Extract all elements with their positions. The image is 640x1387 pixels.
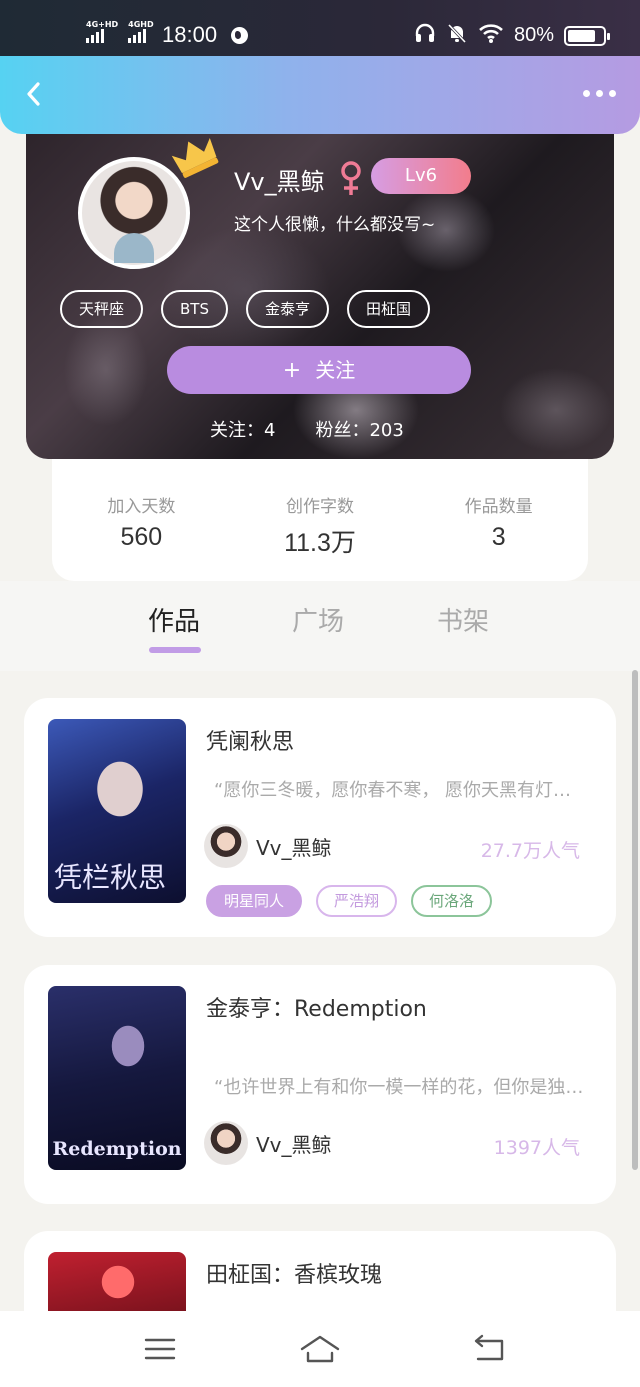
- cover-title: Redemption: [52, 1138, 182, 1160]
- signal-1: 4G+HD: [86, 20, 118, 43]
- battery-percent: 80%: [513, 24, 554, 46]
- followers-count[interactable]: 粉丝：203: [315, 416, 403, 442]
- work-quote: “也许世界上有和你一模一样的花，但你是独一无二的”: [214, 1077, 586, 1098]
- work-card[interactable]: 凭栏秋思 凭阑秋思 “愿你三冬暖，愿你春不寒， 愿你天黑有灯，下雨有伞” Vv_…: [24, 698, 616, 937]
- profile-bio: 这个人很懒，什么都没写~: [234, 215, 436, 235]
- stat-works-count: 作品数量 3: [424, 492, 574, 581]
- work-cover[interactable]: Redemption: [48, 986, 186, 1170]
- work-popularity: 27.7万人气: [480, 840, 580, 862]
- wifi-icon: [478, 22, 504, 49]
- stats-card: 加入天数 560 创作字数 11.3万 作品数量 3: [52, 440, 588, 581]
- battery-icon: [564, 25, 610, 46]
- work-tag[interactable]: 明星同人: [206, 885, 303, 917]
- system-navigation-bar: [0, 1311, 640, 1387]
- level-badge: Lv6: [371, 158, 471, 194]
- work-popularity: 1397人气: [493, 1137, 580, 1159]
- signal-1-label: 4G+HD: [86, 20, 119, 29]
- work-card[interactable]: Redemption 金泰亨：Redemption “也许世界上有和你一模一样的…: [24, 965, 616, 1204]
- profile-tag[interactable]: BTS: [161, 290, 228, 328]
- work-cover[interactable]: 凭栏秋思: [48, 719, 186, 903]
- cover-title: 凭栏秋思: [54, 861, 167, 894]
- profile-banner: Vv_黑鲸 Lv6 这个人很懒，什么都没写~ 天秤座 BTS 金泰亨 田柾国 +…: [26, 110, 614, 459]
- author-name: Vv_黑鲸: [256, 1132, 332, 1157]
- headphones-icon: [414, 22, 436, 49]
- stat-value: 560: [120, 523, 163, 551]
- work-tags: 明星同人 严浩翔 何洛洛: [206, 885, 493, 917]
- signal-bars-icon: [86, 29, 104, 43]
- status-right: 80%: [414, 22, 610, 49]
- follow-counts: 关注：4 粉丝：203: [210, 416, 404, 442]
- author-avatar: [204, 1121, 248, 1165]
- profile-tag[interactable]: 天秤座: [60, 290, 144, 328]
- plus-icon: +: [282, 358, 302, 383]
- signal-2: 4GHD: [128, 20, 154, 43]
- network-indicators: 4G+HD 4GHD: [86, 20, 154, 43]
- more-dots-icon: [583, 90, 590, 97]
- profile-tag[interactable]: 金泰亨: [246, 290, 330, 328]
- content-tabs: 作品 广场 书架: [0, 581, 640, 671]
- chevron-left-icon: [27, 82, 40, 106]
- author-name: Vv_黑鲸: [256, 835, 332, 860]
- work-quote: “愿你三冬暖，愿你春不寒， 愿你天黑有灯，下雨有伞”: [214, 780, 586, 801]
- signal-bars-icon: [128, 29, 147, 43]
- clock: 18:00: [162, 22, 218, 47]
- tab-bookshelf[interactable]: 书架: [437, 601, 489, 638]
- stat-value: 11.3万: [284, 529, 356, 557]
- back-icon: [474, 1334, 504, 1361]
- profile-nickname: Vv_黑鲸: [234, 168, 325, 196]
- menu-icon: [144, 1338, 176, 1360]
- female-icon: [341, 161, 361, 195]
- tab-plaza[interactable]: 广场: [292, 601, 344, 638]
- stat-join-days: 加入天数 560: [66, 492, 216, 581]
- stat-value: 3: [491, 523, 506, 551]
- menu-button[interactable]: [140, 1333, 180, 1365]
- work-author[interactable]: Vv_黑鲸: [204, 1121, 332, 1165]
- author-avatar: [204, 824, 248, 868]
- signal-2-label: 4GHD: [128, 20, 154, 29]
- work-title[interactable]: 凭阑秋思: [206, 724, 294, 756]
- follow-button[interactable]: + 关注: [167, 346, 471, 394]
- back-button[interactable]: [20, 78, 48, 110]
- back-nav-button[interactable]: [468, 1333, 508, 1365]
- work-tag[interactable]: 严浩翔: [316, 885, 398, 917]
- top-header: [0, 56, 640, 134]
- stat-label: 作品数量: [464, 497, 533, 517]
- status-bar: 4G+HD 4GHD 18:00 80%: [0, 0, 640, 62]
- stat-label: 创作字数: [285, 497, 354, 517]
- active-tab-indicator: [149, 647, 201, 653]
- tab-works[interactable]: 作品: [148, 601, 200, 638]
- work-title[interactable]: 田柾国：香槟玫瑰: [206, 1257, 382, 1289]
- scrollbar[interactable]: [632, 670, 638, 1170]
- home-button[interactable]: [300, 1333, 340, 1365]
- profile-tags: 天秤座 BTS 金泰亨 田柾国: [60, 290, 431, 328]
- work-author[interactable]: Vv_黑鲸: [204, 824, 332, 868]
- work-title[interactable]: 金泰亨：Redemption: [206, 991, 427, 1023]
- mute-bell-icon: [446, 22, 468, 49]
- stat-word-count: 创作字数 11.3万: [245, 492, 395, 581]
- globe-icon: [231, 27, 248, 44]
- battery-level: [568, 29, 596, 42]
- work-tag[interactable]: 何洛洛: [411, 885, 493, 917]
- follow-label: 关注: [315, 358, 356, 382]
- crown-icon: [171, 138, 219, 178]
- home-icon: [300, 1335, 340, 1363]
- following-count[interactable]: 关注：4: [210, 416, 275, 442]
- more-options-button[interactable]: [583, 90, 616, 97]
- stat-label: 加入天数: [107, 497, 176, 517]
- profile-tag[interactable]: 田柾国: [347, 290, 431, 328]
